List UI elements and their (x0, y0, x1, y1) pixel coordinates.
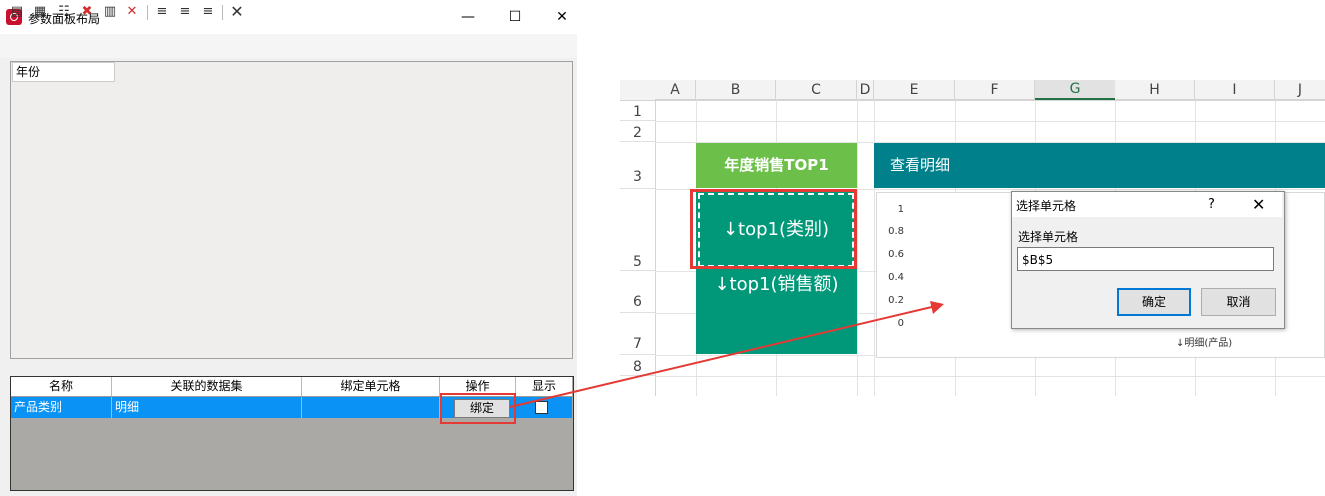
toolbar (0, 34, 577, 58)
merge-icon[interactable]: ▥ (101, 3, 119, 21)
maximize-button[interactable]: ☐ (495, 6, 535, 28)
delete-param-icon[interactable]: ✖ (78, 3, 96, 21)
cell-title-top1[interactable]: 年度销售TOP1 (696, 143, 857, 188)
row-header-2[interactable]: 2 (620, 121, 655, 142)
row-bind-cell[interactable] (302, 397, 440, 418)
clear-icon[interactable]: ✕ (228, 3, 246, 21)
chart-x-label: ↓明细(产品) (1176, 338, 1233, 349)
dialog-close-icon[interactable]: ✕ (1252, 195, 1265, 214)
col-header-b[interactable]: B (696, 80, 776, 100)
toolbar-separator (222, 5, 223, 20)
align-left-icon[interactable]: ≡ (153, 3, 171, 21)
header-bind-cell: 绑定单元格 (302, 377, 440, 396)
help-icon[interactable]: ? (1208, 197, 1215, 212)
dialog-title: 选择单元格 (1016, 199, 1077, 213)
y-tick-label: 1 (897, 204, 904, 215)
param-layout-area[interactable] (10, 61, 573, 359)
align-center-icon[interactable]: ≡ (176, 3, 194, 21)
col-header-i[interactable]: I (1195, 80, 1275, 100)
y-tick-label: 0.4 (888, 272, 904, 283)
add-param-icon[interactable]: ☷ (55, 3, 73, 21)
col-header-a[interactable]: A (655, 80, 696, 100)
arrow-head (930, 301, 944, 314)
align-right-icon[interactable]: ≡ (199, 3, 217, 21)
insert-row-icon[interactable]: ▤ (8, 3, 26, 21)
annotation-arrow (509, 301, 944, 408)
grid-line (655, 121, 1325, 122)
row-header-1[interactable]: 1 (620, 100, 655, 121)
y-tick-label: 0.6 (888, 249, 904, 260)
row-dataset[interactable]: 明细 (112, 397, 302, 418)
cell-ref-input[interactable]: $B$5 (1017, 247, 1274, 271)
arrow-line (509, 305, 937, 408)
col-header-f[interactable]: F (955, 80, 1035, 100)
minimize-button[interactable]: — (448, 6, 488, 28)
cancel-button[interactable]: 取消 (1201, 288, 1276, 316)
close-button[interactable]: ✕ (542, 6, 582, 28)
highlight-box (690, 189, 857, 269)
col-header-j[interactable]: J (1275, 80, 1325, 100)
header-name: 名称 (11, 377, 112, 396)
header-dataset: 关联的数据集 (112, 377, 302, 396)
insert-col-icon[interactable]: ▦ (31, 3, 49, 21)
y-tick-label: 0.8 (888, 226, 904, 237)
col-header-e[interactable]: E (874, 80, 955, 100)
dialog-label: 选择单元格 (1018, 230, 1079, 244)
row-header-3[interactable]: 3 (620, 142, 655, 189)
col-header-c[interactable]: C (776, 80, 857, 100)
col-header-g[interactable]: G (1035, 80, 1115, 100)
delete-icon[interactable]: ✕ (123, 3, 141, 21)
col-header-d[interactable]: D (857, 80, 874, 100)
cell-title-detail[interactable]: 查看明细 (874, 143, 1325, 188)
row-name: 产品类别 (11, 397, 112, 418)
row-header-5[interactable]: 5 (620, 189, 655, 271)
col-header-h[interactable]: H (1115, 80, 1195, 100)
param-label-year[interactable]: 年份 (12, 62, 115, 82)
toolbar-separator (147, 5, 148, 20)
ok-button[interactable]: 确定 (1117, 288, 1191, 316)
